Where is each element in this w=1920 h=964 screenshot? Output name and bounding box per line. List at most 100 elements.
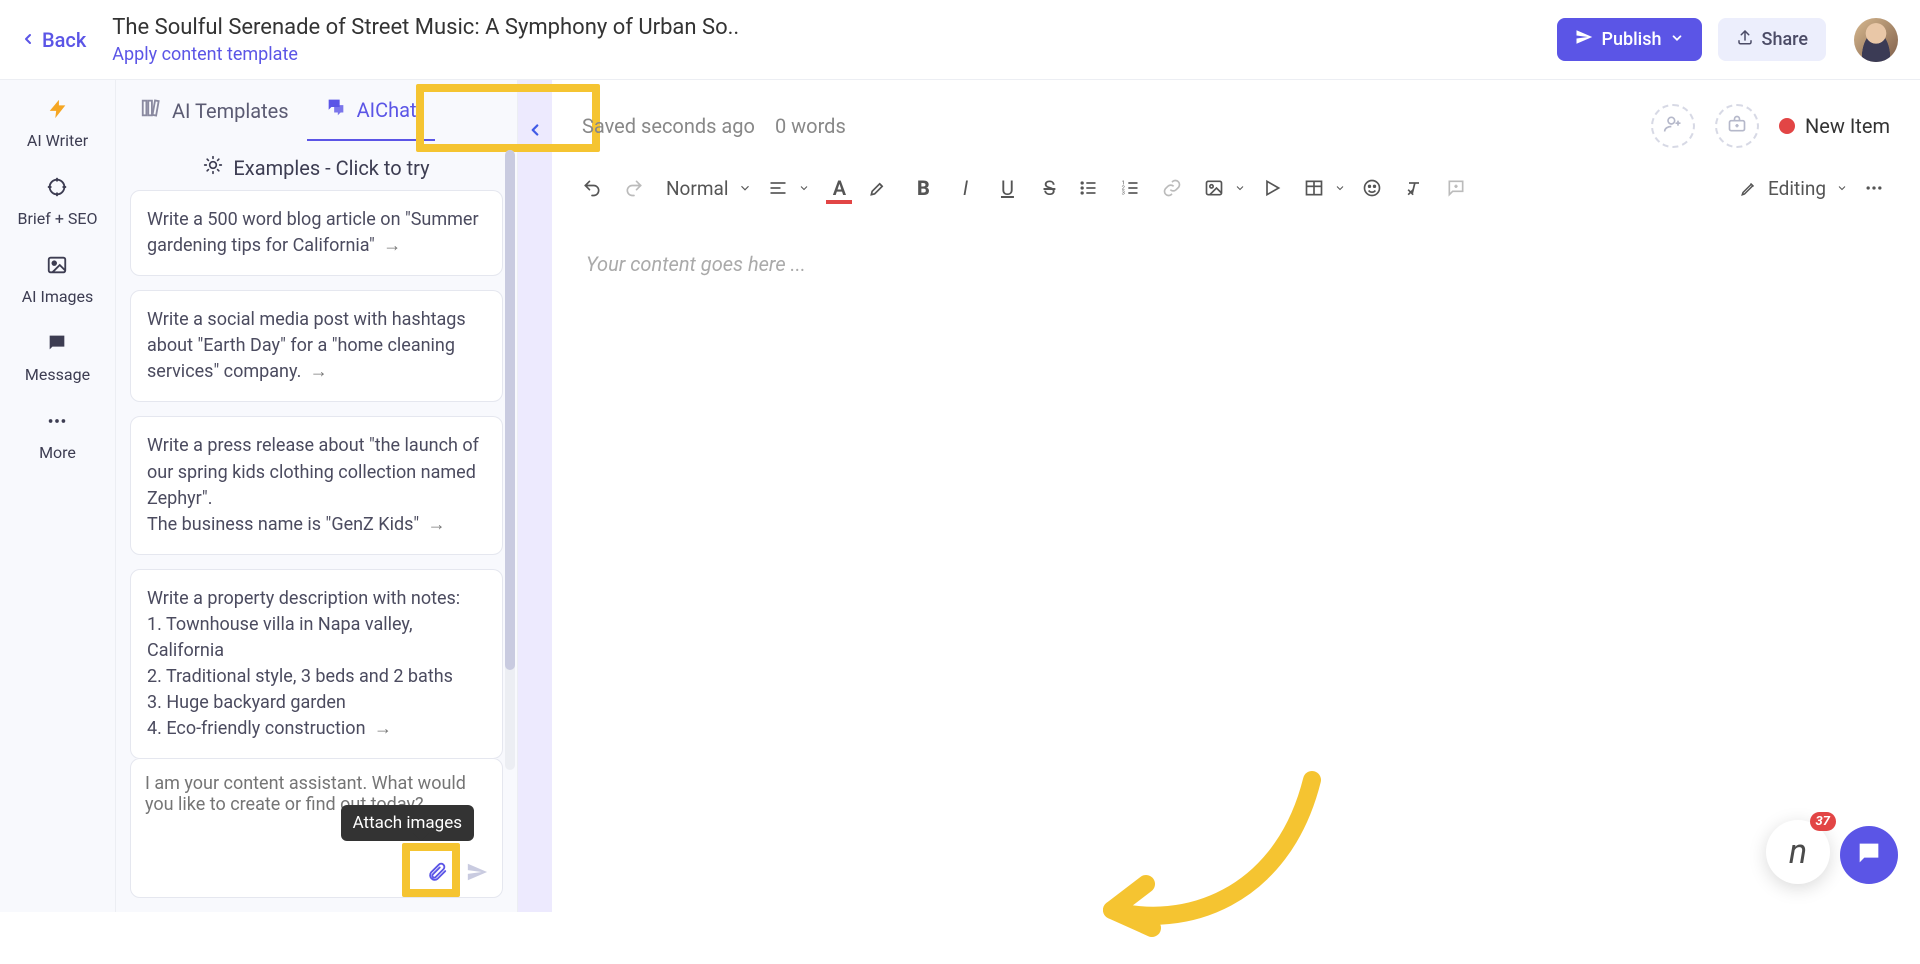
comment-button[interactable] [1446, 178, 1472, 198]
align-left-icon [768, 178, 788, 198]
align-select[interactable] [768, 178, 810, 198]
attach-button[interactable] [422, 859, 452, 889]
examples-header-text: Examples - Click to try [233, 156, 429, 180]
tab-ai-templates[interactable]: AI Templates [122, 81, 307, 140]
sidebar-item-brief-seo[interactable]: Brief + SEO [18, 176, 98, 228]
redo-button[interactable] [624, 178, 650, 198]
highlight-button[interactable] [868, 178, 894, 198]
example-cards: Write a 500 word blog article on "Summer… [116, 190, 517, 758]
arrow-right-icon: → [310, 361, 328, 382]
apply-template-link[interactable]: Apply content template [112, 44, 739, 65]
editor-placeholder[interactable]: Your content goes here ... [582, 208, 1890, 320]
sidebar-item-more[interactable]: More [39, 410, 76, 462]
message-icon [46, 332, 68, 359]
send-icon [1575, 28, 1593, 51]
editing-mode-select[interactable]: Editing [1740, 177, 1848, 200]
chat-icon [325, 96, 347, 123]
example-card[interactable]: Write a press release about "the launch … [130, 416, 503, 554]
word-count: 0 words [775, 114, 846, 138]
tab-aichat[interactable]: AIChat [307, 80, 435, 141]
image-insert-select[interactable] [1204, 178, 1246, 198]
font-color-icon: A [833, 176, 846, 200]
example-text: Write a 500 word blog article on "Summer… [147, 209, 479, 256]
svg-text:3: 3 [1122, 191, 1125, 197]
tab-label: AIChat [357, 98, 417, 122]
example-card[interactable]: Write a 500 word blog article on "Summer… [130, 190, 503, 276]
sidebar-item-message[interactable]: Message [25, 332, 90, 384]
underline-button[interactable]: U [994, 176, 1020, 200]
table-insert-select[interactable] [1304, 178, 1346, 198]
arrow-right-icon: → [383, 235, 401, 256]
sun-icon [203, 155, 223, 180]
strike-button[interactable]: S [1036, 176, 1062, 200]
briefcase-plus-icon [1727, 114, 1747, 139]
chevron-down-icon [798, 182, 810, 194]
left-sidebar: AI Writer Brief + SEO AI Images Message … [0, 80, 116, 912]
sidebar-item-label: AI Writer [27, 131, 88, 150]
sidebar-item-label: Brief + SEO [18, 209, 98, 228]
paragraph-style-label: Normal [666, 177, 728, 200]
emoji-button[interactable] [1362, 178, 1388, 198]
clear-format-button[interactable] [1404, 178, 1430, 198]
editor-toolbar: Normal A B I U S 123 [582, 148, 1890, 208]
saved-status: Saved seconds ago [582, 114, 755, 138]
send-button[interactable] [462, 859, 492, 889]
arrow-right-icon: → [428, 514, 446, 535]
editor-area: Saved seconds ago 0 words New Item [552, 80, 1920, 912]
publish-button[interactable]: Publish [1557, 18, 1701, 61]
bolt-icon [47, 98, 69, 125]
chat-input-box: Attach images [130, 758, 503, 898]
example-text: Write a property description with notes:… [147, 588, 460, 739]
target-icon [46, 176, 68, 203]
example-card[interactable]: Write a social media post with hashtags … [130, 290, 503, 402]
example-card[interactable]: Write a property description with notes:… [130, 569, 503, 758]
status-dot-icon [1779, 118, 1795, 134]
arrow-right-icon: → [374, 718, 392, 739]
link-button[interactable] [1162, 178, 1188, 198]
chevron-down-icon [1670, 29, 1684, 50]
examples-header: Examples - Click to try [116, 141, 517, 190]
back-button[interactable]: Back [20, 28, 86, 52]
user-plus-icon [1663, 114, 1683, 139]
image-icon [46, 254, 68, 281]
panel-scrollbar[interactable] [505, 150, 515, 770]
intercom-widget[interactable] [1840, 826, 1898, 884]
user-avatar[interactable] [1854, 18, 1898, 62]
example-text: Write a social media post with hashtags … [147, 309, 466, 382]
page-title: The Soulful Serenade of Street Music: A … [112, 15, 739, 40]
bold-button[interactable]: B [910, 176, 936, 200]
sidebar-item-label: More [39, 443, 76, 462]
add-collaborator-button[interactable] [1651, 104, 1695, 148]
ordered-list-button[interactable]: 123 [1120, 178, 1146, 198]
undo-button[interactable] [582, 178, 608, 198]
italic-button[interactable]: I [952, 176, 978, 200]
chevron-left-icon [20, 28, 36, 52]
bullet-list-button[interactable] [1078, 178, 1104, 198]
font-color-button[interactable]: A [826, 176, 852, 200]
paperclip-icon [426, 861, 448, 888]
script-n-icon: n [1789, 832, 1807, 872]
share-button[interactable]: Share [1718, 18, 1826, 61]
share-label: Share [1762, 29, 1808, 50]
ai-panel-tabs: AI Templates AIChat [116, 80, 517, 141]
add-asset-button[interactable] [1715, 104, 1759, 148]
scrollbar-thumb[interactable] [505, 150, 515, 670]
sidebar-item-label: AI Images [22, 287, 94, 306]
more-toolbar-button[interactable] [1864, 178, 1890, 198]
chevron-left-icon [526, 120, 544, 144]
chat-bubble-icon [1855, 839, 1883, 871]
dots-icon [46, 410, 68, 437]
new-item-indicator[interactable]: New Item [1779, 114, 1890, 138]
help-widget[interactable]: n 37 [1766, 820, 1830, 884]
video-button[interactable] [1262, 178, 1288, 198]
editor-top-row: Saved seconds ago 0 words New Item [582, 104, 1890, 148]
top-bar: Back The Soulful Serenade of Street Musi… [0, 0, 1920, 80]
sidebar-item-ai-writer[interactable]: AI Writer [27, 98, 88, 150]
paragraph-style-select[interactable]: Normal [666, 177, 752, 200]
sidebar-item-ai-images[interactable]: AI Images [22, 254, 94, 306]
chevron-down-icon [1234, 182, 1246, 194]
chevron-down-icon [1334, 182, 1346, 194]
publish-label: Publish [1601, 29, 1661, 50]
collapse-panel-button[interactable] [518, 80, 552, 912]
attach-tooltip: Attach images [341, 805, 474, 841]
